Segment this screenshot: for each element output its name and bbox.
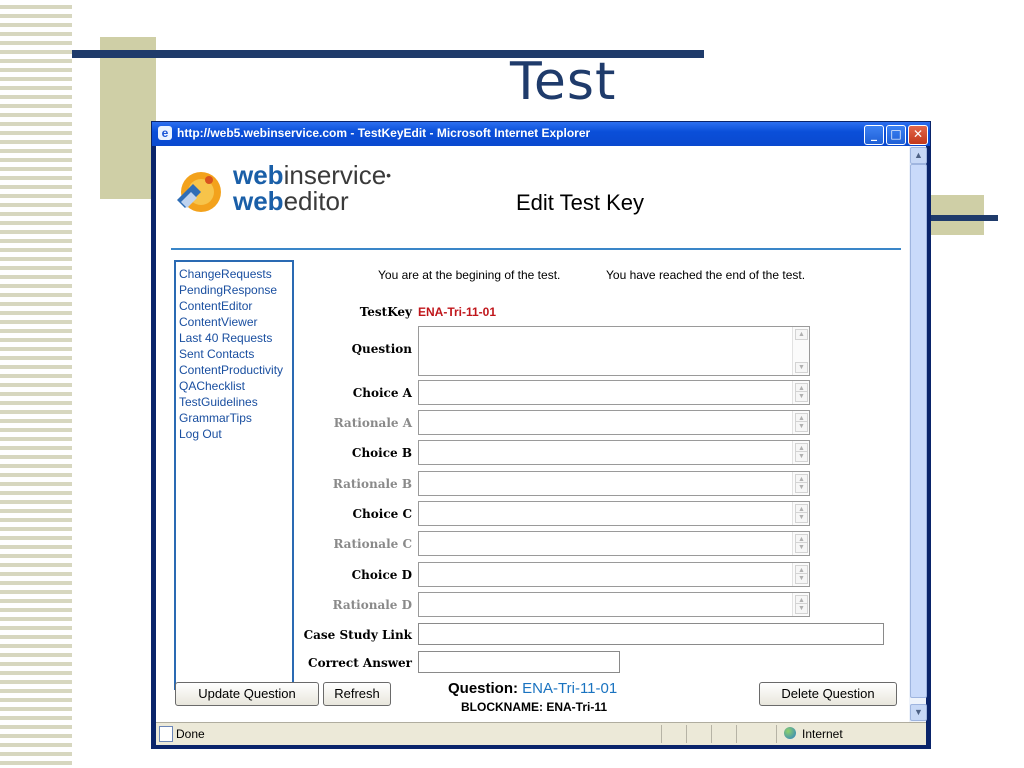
- security-zone-label: Internet: [802, 727, 843, 741]
- rationale-c-label: Rationale C: [333, 537, 412, 551]
- status-separator: [711, 725, 712, 743]
- rationale-d-label: Rationale D: [332, 598, 412, 612]
- status-separator: [736, 725, 737, 743]
- nav-content-productivity[interactable]: ContentProductivity: [176, 362, 292, 378]
- choice-c-label: Choice C: [352, 507, 412, 521]
- choice-a-scrollbar[interactable]: ▲ ▼: [792, 381, 809, 404]
- scroll-down-icon[interactable]: ▼: [795, 512, 808, 523]
- rationale-b-scrollbar[interactable]: ▲ ▼: [792, 472, 809, 495]
- status-separator: [776, 725, 777, 743]
- rationale-b-label: Rationale B: [332, 477, 412, 491]
- rationale-d-scrollbar[interactable]: ▲ ▼: [792, 593, 809, 616]
- testkey-label: TestKey: [359, 305, 412, 319]
- scroll-down-icon[interactable]: ▼: [795, 421, 808, 432]
- slide-right-bar: [928, 215, 998, 221]
- current-question-value: ENA-Tri-11-01: [522, 680, 618, 697]
- current-question-label: Question:: [448, 680, 518, 697]
- beginning-message: You are at the begining of the test.: [378, 268, 561, 282]
- rationale-c-scrollbar[interactable]: ▲ ▼: [792, 532, 809, 555]
- sidebar-nav: ChangeRequests PendingResponse ContentEd…: [174, 260, 294, 690]
- delete-question-button[interactable]: Delete Question: [759, 682, 897, 706]
- slide-stripe-pattern: [0, 0, 72, 768]
- choice-d-label: Choice D: [351, 568, 412, 582]
- browser-window: e http://web5.webinservice.com - TestKey…: [151, 121, 931, 749]
- scroll-down-icon[interactable]: ▼: [795, 573, 808, 584]
- status-separator: [661, 725, 662, 743]
- rationale-c-textarea[interactable]: ▲ ▼: [418, 531, 810, 556]
- choice-b-scrollbar[interactable]: ▲ ▼: [792, 441, 809, 464]
- choice-c-scrollbar[interactable]: ▲ ▼: [792, 502, 809, 525]
- choice-b-textarea[interactable]: ▲ ▼: [418, 440, 810, 465]
- scroll-down-icon[interactable]: ▼: [795, 482, 808, 493]
- close-button[interactable]: ✕: [908, 125, 928, 145]
- scroll-up-icon[interactable]: ▲: [795, 329, 808, 340]
- internet-zone-icon: [784, 727, 796, 739]
- scroll-down-icon[interactable]: ▼: [795, 451, 808, 462]
- choice-c-textarea[interactable]: ▲ ▼: [418, 501, 810, 526]
- refresh-button[interactable]: Refresh: [323, 682, 391, 706]
- page-content: webinservice• webeditor Edit Test Key Ch…: [156, 146, 926, 722]
- testkey-value: ENA-Tri-11-01: [418, 305, 497, 319]
- question-textarea[interactable]: ▲ ▼: [418, 326, 810, 376]
- scrollbar-thumb[interactable]: [910, 164, 927, 698]
- nav-pending-response[interactable]: PendingResponse: [176, 282, 292, 298]
- case-study-link-label: Case Study Link: [303, 628, 412, 642]
- scroll-down-icon[interactable]: ▼: [795, 362, 808, 373]
- window-title: http://web5.webinservice.com - TestKeyEd…: [177, 126, 591, 140]
- brand-editor-word: editor: [283, 186, 349, 216]
- page-icon: [159, 726, 173, 742]
- choice-d-textarea[interactable]: ▲ ▼: [418, 562, 810, 587]
- current-question: Question: ENA-Tri-11-01: [448, 680, 617, 697]
- question-scrollbar[interactable]: ▲ ▼: [792, 327, 809, 375]
- scroll-up-icon[interactable]: ▲: [910, 147, 927, 164]
- rationale-d-textarea[interactable]: ▲ ▼: [418, 592, 810, 617]
- correct-answer-input[interactable]: [418, 651, 620, 673]
- rationale-a-scrollbar[interactable]: ▲ ▼: [792, 411, 809, 434]
- window-titlebar[interactable]: e http://web5.webinservice.com - TestKey…: [152, 122, 930, 146]
- question-label: Question: [351, 342, 412, 356]
- scroll-down-icon[interactable]: ▼: [795, 391, 808, 402]
- nav-change-requests[interactable]: ChangeRequests: [176, 266, 292, 282]
- scroll-down-icon[interactable]: ▼: [795, 603, 808, 614]
- brand-webeditor: webeditor: [233, 188, 349, 214]
- ie-icon: e: [158, 126, 172, 140]
- maximize-button[interactable]: □: [886, 125, 906, 145]
- choice-d-scrollbar[interactable]: ▲ ▼: [792, 563, 809, 586]
- page-scrollbar[interactable]: ▲ ▼: [909, 146, 927, 722]
- rationale-a-label: Rationale A: [333, 416, 412, 430]
- header-divider: [171, 248, 901, 250]
- status-text: Done: [176, 727, 205, 741]
- webinservice-logo-icon: [177, 172, 221, 212]
- minimize-button[interactable]: _: [864, 125, 884, 145]
- update-question-button[interactable]: Update Question: [175, 682, 319, 706]
- end-message: You have reached the end of the test.: [606, 268, 806, 282]
- brand-webinservice: webinservice•: [233, 162, 391, 188]
- choice-b-label: Choice B: [351, 446, 412, 460]
- rationale-b-textarea[interactable]: ▲ ▼: [418, 471, 810, 496]
- scroll-down-icon[interactable]: ▼: [910, 704, 927, 721]
- slide-decor-square: [100, 37, 156, 199]
- status-separator: [686, 725, 687, 743]
- brand-mark: •: [386, 167, 392, 183]
- choice-a-textarea[interactable]: ▲ ▼: [418, 380, 810, 405]
- slide-title: Test: [510, 52, 617, 112]
- page-title: Edit Test Key: [516, 190, 644, 215]
- correct-answer-label: Correct Answer: [308, 656, 412, 670]
- choice-a-label: Choice A: [352, 386, 412, 400]
- case-study-link-input[interactable]: [418, 623, 884, 645]
- brand-web-word-2: web: [233, 186, 284, 216]
- blockname: BLOCKNAME: ENA-Tri-11: [461, 700, 608, 714]
- scroll-down-icon[interactable]: ▼: [795, 542, 808, 553]
- status-bar: Done Internet: [156, 722, 926, 745]
- rationale-a-textarea[interactable]: ▲ ▼: [418, 410, 810, 435]
